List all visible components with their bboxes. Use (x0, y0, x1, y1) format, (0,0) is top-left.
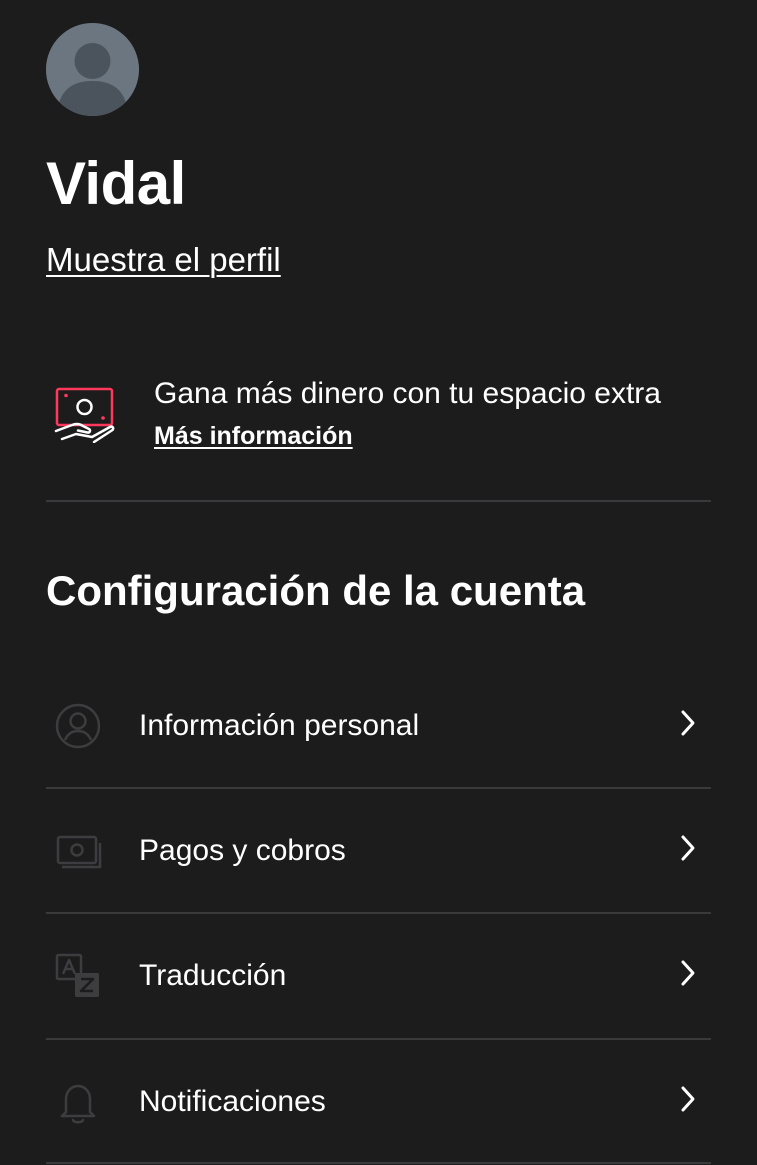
hosting-promo[interactable]: Gana más dinero con tu espacio extra Más… (46, 372, 711, 472)
chevron-right-icon (681, 1086, 695, 1112)
settings-item-translation[interactable]: Traducción (46, 914, 711, 1038)
user-name: Vidal (46, 150, 186, 217)
divider (46, 1162, 711, 1164)
divider (46, 500, 711, 502)
chevron-right-icon (681, 960, 695, 986)
person-circle-icon (55, 703, 101, 749)
bell-icon (60, 1084, 96, 1124)
show-profile-link[interactable]: Muestra el perfil (46, 240, 281, 280)
avatar-silhouette-icon (46, 23, 139, 116)
settings-item-notifications[interactable]: Notificaciones (46, 1040, 711, 1164)
chevron-right-icon (681, 710, 695, 736)
promo-more-info-link[interactable]: Más información (154, 420, 353, 452)
settings-item-label: Notificaciones (139, 1085, 326, 1118)
settings-item-personal-info[interactable]: Información personal (46, 664, 711, 788)
chevron-right-icon (681, 835, 695, 861)
settings-item-label: Información personal (139, 709, 420, 742)
settings-item-label: Traducción (139, 959, 287, 992)
account-settings-title: Configuración de la cuenta (46, 567, 586, 614)
settings-item-label: Pagos y cobros (139, 834, 346, 867)
payments-icon (56, 835, 102, 869)
translate-icon (55, 953, 99, 997)
promo-title: Gana más dinero con tu espacio extra (154, 377, 661, 410)
avatar[interactable] (46, 23, 139, 116)
settings-item-payments[interactable]: Pagos y cobros (46, 789, 711, 913)
hosting-money-hand-icon (54, 387, 115, 443)
